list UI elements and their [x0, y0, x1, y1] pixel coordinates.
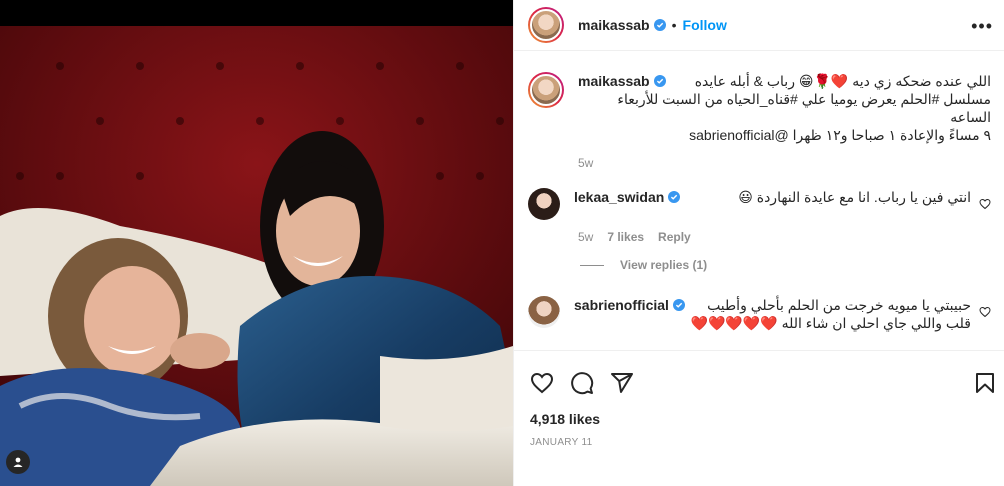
follow-button[interactable]: Follow [683, 17, 727, 33]
comment-item: lekaa_swidan انتي فين يا رباب. انا مع عا… [528, 188, 991, 244]
replies-line [580, 264, 604, 266]
verified-badge-icon [672, 299, 685, 311]
post-username[interactable]: maikassab [578, 17, 650, 33]
post-date[interactable]: JANUARY 11 [530, 437, 592, 448]
caption-time[interactable]: 5w [578, 156, 593, 170]
caption-line-3: ٩ مساءً والإعادة ١ صباحا و١٢ ظهرا @sabri… [689, 127, 991, 143]
heart-icon[interactable] [530, 371, 554, 400]
post-photo[interactable] [0, 26, 513, 486]
separator-dot: • [671, 17, 677, 33]
instagram-post: maikassab • Follow ••• maikassab اللي عن… [0, 0, 1004, 486]
verified-badge-icon [653, 19, 666, 31]
view-replies-label: View replies (1) [620, 258, 708, 272]
comment-like-heart-icon[interactable] [979, 198, 991, 210]
caption-avatar[interactable] [528, 72, 564, 108]
view-replies-button[interactable]: View replies (1) [580, 258, 707, 272]
verified-badge-icon [668, 191, 681, 203]
caption-line-2: مسلسل #الحلم يعرض يوميا علي #قناه_الحياه… [617, 91, 991, 125]
comment-icon[interactable] [570, 371, 594, 400]
caption: maikassab اللي عنده ضحكه زي ديه ❤️🌹😁 ربا… [528, 72, 991, 170]
commenter-avatar[interactable] [528, 296, 560, 328]
share-icon[interactable] [610, 371, 634, 400]
more-options-icon[interactable]: ••• [971, 16, 993, 37]
likes-count[interactable]: 4,918 likes [530, 411, 600, 427]
caption-username[interactable]: maikassab [578, 72, 650, 90]
caption-line-1: اللي عنده ضحكه زي ديه ❤️🌹😁 رباب & أبله ع… [694, 73, 991, 89]
comment-text: انتي فين يا رباب. انا مع عايدة النهاردة … [738, 189, 971, 205]
commenter-avatar[interactable] [528, 188, 560, 220]
post-header: maikassab • Follow ••• [514, 0, 1004, 51]
commenter-username[interactable]: lekaa_swidan [574, 188, 664, 206]
reply-button[interactable]: Reply [658, 230, 691, 244]
bookmark-icon[interactable] [973, 371, 997, 400]
comment-text-line-2: قلب واللي جاي احلي ان شاء الله ❤️❤️❤️❤️❤… [690, 315, 971, 331]
comment-time[interactable]: 5w [578, 230, 593, 244]
comment-like-heart-icon[interactable] [979, 306, 991, 318]
media-top-bar [0, 0, 513, 26]
comment-likes[interactable]: 7 likes [607, 230, 644, 244]
verified-badge-icon [653, 75, 666, 87]
comments-list[interactable]: maikassab اللي عنده ضحكه زي ديه ❤️🌹😁 ربا… [514, 52, 1004, 349]
avatar[interactable] [528, 7, 564, 43]
comment-item: sabrienofficial حبيبتي يا ميويه خرجت من … [528, 296, 991, 332]
post-actions: 4,918 likes JANUARY 11 [514, 350, 1004, 486]
post-side-panel: maikassab • Follow ••• maikassab اللي عن… [513, 0, 1004, 486]
user-tag-icon[interactable] [6, 450, 30, 474]
post-media[interactable] [0, 0, 513, 486]
comment-text-line-1: حبيبتي يا ميويه خرجت من الحلم بأحلي وأطي… [707, 297, 971, 313]
commenter-username[interactable]: sabrienofficial [574, 296, 669, 314]
